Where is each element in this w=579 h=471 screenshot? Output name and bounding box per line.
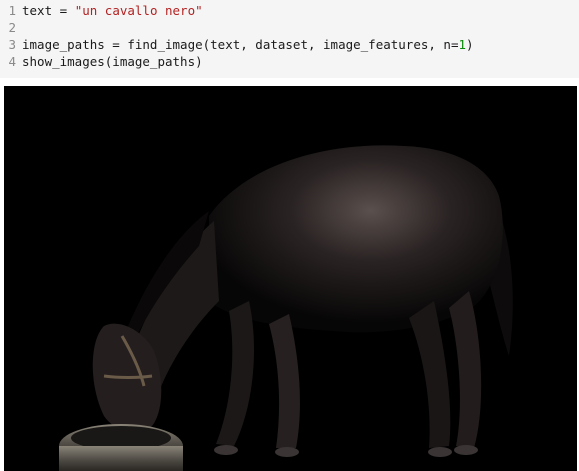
line-number: 3 [8,37,16,52]
code-line: 4 show_images(image_paths) [0,53,579,70]
code-token: show_images(image_paths) [22,54,203,69]
code-text: image_paths = find_image(text, dataset, … [22,36,474,53]
code-token: text = [22,3,75,18]
line-number: 2 [8,20,16,35]
code-text: text = "un cavallo nero" [22,2,203,19]
line-number: 1 [8,3,16,18]
output-area [4,86,577,471]
code-text: show_images(image_paths) [22,53,203,70]
code-token: ) [466,37,474,52]
code-token: 1 [458,37,467,52]
code-line: 1 text = "un cavallo nero" [0,2,579,19]
code-line: 3 image_paths = find_image(text, dataset,… [0,36,579,53]
code-lines: 1 text = "un cavallo nero" 2 3 image_paths =… [0,2,579,70]
line-number: 4 [8,54,16,69]
code-cell[interactable]: 1 text = "un cavallo nero" 2 3 image_paths =… [0,0,579,78]
code-token: image_paths = find_image(text, dataset, … [22,37,459,52]
code-line: 2 [0,19,579,36]
code-token: "un cavallo nero" [74,3,203,18]
horse-image [4,86,577,471]
